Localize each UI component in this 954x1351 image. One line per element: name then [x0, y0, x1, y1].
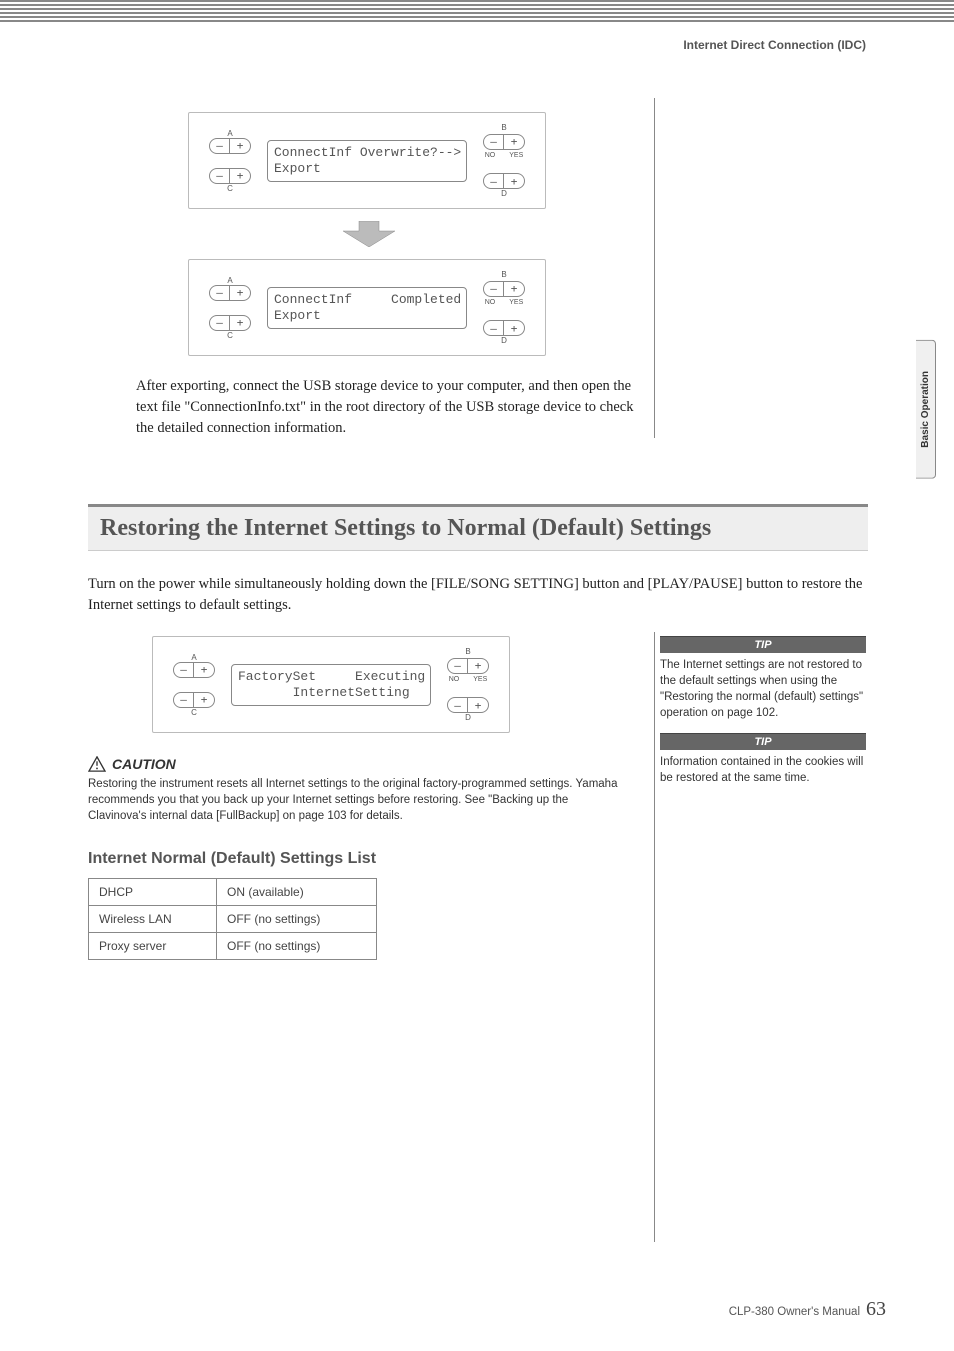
- btn-label-c: C: [227, 331, 233, 340]
- tip-text-1: The Internet settings are not restored t…: [660, 657, 866, 721]
- btn-label-c: C: [227, 184, 233, 193]
- table-row: Wireless LANOFF (no settings): [89, 906, 377, 933]
- button-c: –+: [209, 315, 251, 331]
- label-no: NO: [485, 152, 496, 159]
- button-b: –+: [483, 281, 525, 297]
- lcd-group-2: A –+ –+ C ConnectInf Completed Export B …: [203, 270, 531, 345]
- lcd-display-2: ConnectInf Completed Export: [267, 287, 467, 329]
- tip-box-1: TIP The Internet settings are not restor…: [660, 636, 866, 721]
- lcd-display-1: ConnectInf Overwrite?--> Export: [267, 140, 467, 182]
- column-divider: [654, 98, 655, 438]
- lcd-group-1: A –+ –+ C ConnectInf Overwrite?--> Expor…: [203, 123, 531, 198]
- button-c: –+: [209, 168, 251, 184]
- page-number: 63: [866, 1298, 886, 1320]
- caution-heading: CAUTION: [88, 756, 618, 772]
- label-yes: YES: [509, 299, 523, 306]
- button-d: –+: [483, 173, 525, 189]
- label-no: NO: [449, 676, 460, 683]
- btn-label-a: A: [191, 653, 196, 662]
- btn-label-d: D: [501, 189, 507, 198]
- button-b: –+: [483, 134, 525, 150]
- warning-icon: [88, 756, 106, 772]
- page-footer: CLP-380 Owner's Manual63: [729, 1298, 886, 1321]
- section-heading: Restoring the Internet Settings to Norma…: [88, 504, 868, 551]
- button-a: –+: [173, 662, 215, 678]
- button-d: –+: [447, 697, 489, 713]
- running-header: Internet Direct Connection (IDC): [0, 22, 954, 52]
- button-a: –+: [209, 138, 251, 154]
- label-no: NO: [485, 299, 496, 306]
- defaults-table: DHCPON (available) Wireless LANOFF (no s…: [88, 878, 377, 960]
- table-row: DHCPON (available): [89, 879, 377, 906]
- caution-text: Restoring the instrument resets all Inte…: [88, 776, 618, 824]
- tip-box-2: TIP Information contained in the cookies…: [660, 733, 866, 786]
- lcd-display-3: FactorySet Executing InternetSetting: [231, 664, 431, 706]
- button-b: –+: [447, 658, 489, 674]
- tip-text-2: Information contained in the cookies wil…: [660, 754, 866, 786]
- btn-label-a: A: [227, 129, 232, 138]
- btn-label-d: D: [465, 713, 471, 722]
- lcd-group-3: A –+ –+ C FactorySet Executing InternetS…: [167, 647, 495, 722]
- label-yes: YES: [473, 676, 487, 683]
- down-arrow-icon: [339, 221, 399, 247]
- btn-label-b: B: [501, 123, 506, 132]
- side-tab-basic-operation: Basic Operation: [916, 340, 936, 479]
- table-row: Proxy serverOFF (no settings): [89, 933, 377, 960]
- button-c: –+: [173, 692, 215, 708]
- btn-label-d: D: [501, 336, 507, 345]
- btn-label-b: B: [501, 270, 506, 279]
- btn-label-c: C: [191, 708, 197, 717]
- tip-label: TIP: [660, 733, 866, 750]
- page-top-rule: [0, 0, 954, 22]
- btn-label-b: B: [465, 647, 470, 656]
- button-d: –+: [483, 320, 525, 336]
- button-a: –+: [209, 285, 251, 301]
- export-paragraph: After exporting, connect the USB storage…: [136, 376, 646, 439]
- btn-label-a: A: [227, 276, 232, 285]
- defaults-heading: Internet Normal (Default) Settings List: [88, 850, 650, 868]
- label-yes: YES: [509, 152, 523, 159]
- tip-label: TIP: [660, 636, 866, 653]
- restore-paragraph: Turn on the power while simultaneously h…: [88, 574, 868, 616]
- column-divider-2: [654, 632, 655, 1242]
